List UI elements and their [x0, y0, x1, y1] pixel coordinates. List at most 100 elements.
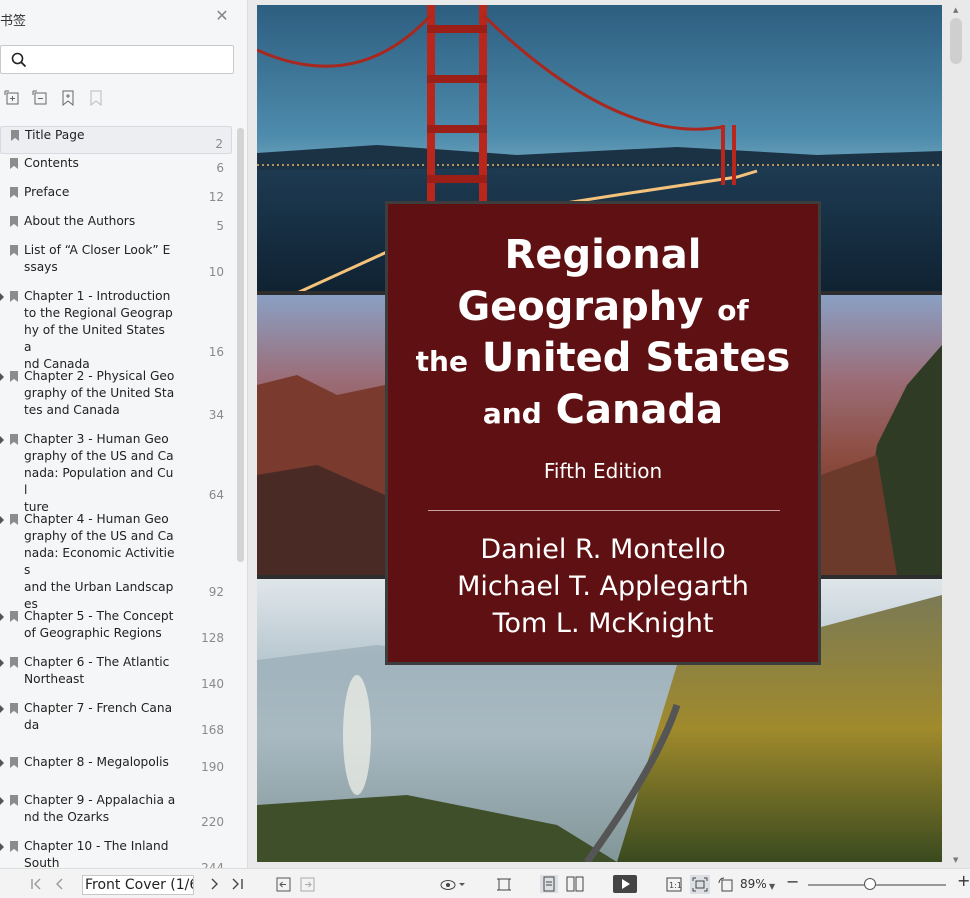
bookmark-page-number: 92 — [208, 585, 224, 599]
bookmark-icon — [10, 657, 18, 668]
bookmark-item[interactable]: Title Page 2 — [0, 126, 232, 154]
fit-width-icon[interactable] — [496, 877, 512, 892]
bookmark-page-number: 140 — [201, 677, 224, 691]
expand-all-icon[interactable] — [4, 90, 20, 106]
rotate-icon[interactable] — [718, 877, 734, 892]
play-icon[interactable] — [613, 875, 637, 893]
zoom-in-icon[interactable]: + — [957, 873, 970, 889]
bookmark-label: Chapter 5 - The Concept of Geographic Re… — [24, 609, 174, 640]
bookmark-search-input[interactable] — [0, 45, 234, 74]
bookmark-item[interactable]: About the Authors 5 — [0, 213, 232, 235]
bookmark-item[interactable]: Chapter 2 - Physical Geo graphy of the U… — [0, 368, 232, 424]
next-page-icon[interactable] — [208, 878, 220, 890]
expand-arrow-icon[interactable] — [0, 705, 4, 713]
bookmarks-header: 书签 ✕ — [0, 8, 240, 32]
bookmark-item[interactable]: Chapter 6 - The Atlantic Northeast 140 — [0, 654, 232, 693]
bookmark-icon — [10, 795, 18, 806]
bookmark-icon — [10, 187, 18, 198]
expand-arrow-icon[interactable] — [0, 759, 4, 767]
zoom-level[interactable]: 89% — [740, 877, 767, 891]
zoom-out-icon[interactable]: − — [786, 874, 799, 890]
page-number-input[interactable]: Front Cover (1/6 — [82, 875, 194, 895]
expand-arrow-icon[interactable] — [0, 373, 4, 381]
bookmark-icon — [11, 130, 19, 141]
expand-arrow-icon[interactable] — [0, 293, 4, 301]
close-icon[interactable]: ✕ — [214, 8, 230, 24]
bookmark-page-number: 128 — [201, 631, 224, 645]
cover-author-1: Daniel R. Montello — [480, 534, 726, 565]
last-page-icon[interactable] — [230, 878, 244, 890]
expand-arrow-icon[interactable] — [0, 797, 4, 805]
scroll-up-arrow[interactable]: ▲ — [953, 6, 958, 14]
expand-arrow-icon[interactable] — [0, 516, 4, 524]
cover-title-line2: Geography of — [388, 284, 818, 330]
bookmark-label: Chapter 6 - The Atlantic Northeast — [24, 655, 170, 686]
bookmark-icon — [10, 245, 18, 256]
cover-title-canada: Canada — [555, 387, 724, 433]
bookmark-item[interactable]: Contents 6 — [0, 155, 232, 177]
bookmark-icon — [10, 757, 18, 768]
cover-title-and: and — [482, 397, 542, 430]
bookmark-item[interactable]: Chapter 7 - French Cana da 168 — [0, 700, 232, 739]
document-page: Regional Geography of the United States … — [257, 5, 942, 862]
cover-title-line1: Regional — [504, 232, 702, 278]
actual-size-icon[interactable]: 1:1 — [666, 877, 682, 892]
bookmark-label: Chapter 8 - Megalopolis — [24, 755, 169, 769]
document-scrollbar[interactable] — [950, 18, 962, 64]
bookmark-item[interactable]: Chapter 4 - Human Geo graphy of the US a… — [0, 511, 232, 611]
cover-title-of: of — [717, 294, 749, 327]
zoom-dropdown-icon[interactable]: ▼ — [769, 880, 775, 894]
zoom-slider[interactable] — [808, 884, 946, 886]
bookmark-icon — [10, 434, 18, 445]
bookmark-label: List of “A Closer Look” E ssays — [24, 243, 171, 274]
sidebar-scrollbar[interactable] — [237, 128, 244, 562]
cover-divider — [428, 510, 780, 511]
collapse-all-icon[interactable] — [32, 90, 48, 106]
svg-text:1:1: 1:1 — [669, 881, 682, 890]
single-page-icon[interactable] — [540, 875, 558, 893]
bookmark-item[interactable]: Chapter 1 - Introduction to the Regional… — [0, 288, 232, 371]
cover-edition: Fifth Edition — [543, 459, 663, 483]
status-bar: Front Cover (1/6 1:1 89% ▼ − + — [0, 868, 970, 898]
bookmark-item[interactable]: Chapter 10 - The Inland South 244 — [0, 838, 232, 868]
expand-arrow-icon[interactable] — [0, 659, 4, 667]
cover-author-2: Michael T. Applegarth — [457, 571, 749, 602]
bookmark-item[interactable]: Preface 12 — [0, 184, 232, 206]
bookmark-icon — [10, 216, 18, 227]
bookmarks-panel: 书签 ✕ Title Page 2 Contents 6 Preface 12 About … — [0, 0, 248, 868]
bookmark-page-number: 5 — [216, 219, 224, 233]
expand-arrow-icon[interactable] — [0, 843, 4, 851]
zoom-slider-handle[interactable] — [864, 878, 877, 890]
bookmark-page-number: 34 — [208, 408, 224, 422]
bookmark-item[interactable]: Chapter 3 - Human Geo graphy of the US a… — [0, 431, 232, 514]
first-page-icon[interactable] — [30, 878, 44, 890]
scroll-down-arrow[interactable]: ▼ — [953, 856, 958, 864]
bookmark-icon — [10, 158, 18, 169]
bookmark-list: Title Page 2 Contents 6 Preface 12 About the A… — [0, 122, 236, 868]
eye-protection-icon[interactable] — [440, 878, 466, 892]
bookmark-label: Chapter 4 - Human Geo graphy of the US a… — [24, 512, 175, 611]
bookmark-item[interactable]: Chapter 8 - Megalopolis 190 — [0, 754, 232, 776]
bookmark-icon — [10, 291, 18, 302]
bookmark-label: Chapter 3 - Human Geo graphy of the US a… — [24, 432, 174, 514]
bookmark-icon — [10, 514, 18, 525]
bookmark-icon — [10, 611, 18, 622]
add-bookmark-icon[interactable] — [60, 90, 76, 106]
bookmark-icon — [10, 371, 18, 382]
back-view-icon[interactable] — [276, 877, 291, 892]
bookmark-page-number: 16 — [208, 345, 224, 359]
forward-view-icon[interactable] — [300, 877, 315, 892]
expand-arrow-icon[interactable] — [0, 613, 4, 621]
bookmark-page-number: 6 — [216, 161, 224, 175]
cover-title-the: the — [415, 345, 468, 378]
bookmark-item[interactable]: List of “A Closer Look” E ssays 10 — [0, 242, 232, 281]
fit-page-icon[interactable] — [690, 875, 710, 894]
previous-page-icon[interactable] — [54, 878, 66, 890]
expand-arrow-icon[interactable] — [0, 436, 4, 444]
bookmark-label: Chapter 1 - Introduction to the Regional… — [24, 289, 173, 371]
bookmark-item[interactable]: Chapter 9 - Appalachia a nd the Ozarks 22… — [0, 792, 232, 831]
remove-bookmark-icon[interactable] — [88, 90, 104, 106]
two-page-icon[interactable] — [566, 876, 584, 892]
bookmark-label: Chapter 9 - Appalachia a nd the Ozarks — [24, 793, 176, 824]
bookmark-item[interactable]: Chapter 5 - The Concept of Geographic Re… — [0, 608, 232, 647]
